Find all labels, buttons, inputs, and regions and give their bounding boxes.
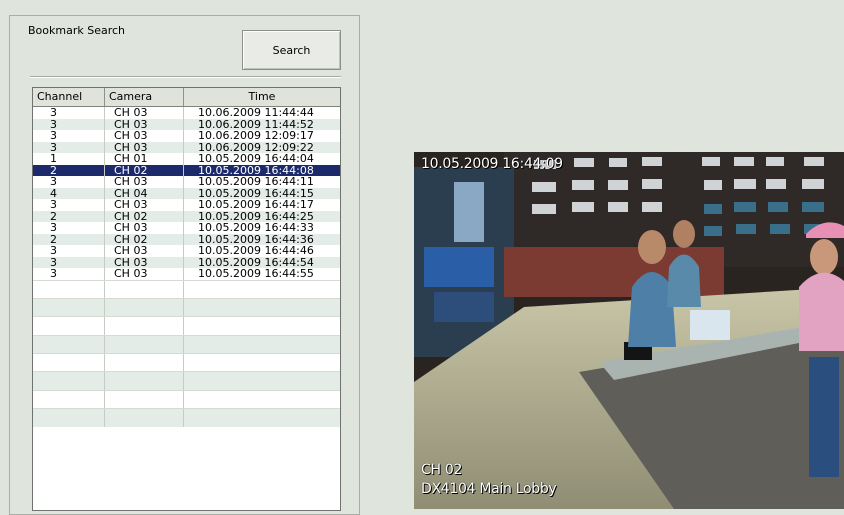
separator: [30, 76, 341, 78]
empty-table-row: [33, 279, 340, 298]
cell-channel: 1: [33, 153, 105, 165]
cell-time: 10.05.2009 16:44:04: [198, 153, 314, 165]
bookmark-search-title: Bookmark Search: [26, 24, 128, 38]
cell-channel: 3: [33, 130, 105, 142]
cell-camera: CH 04: [105, 187, 184, 199]
empty-table-row: [33, 316, 340, 335]
cell-time: 10.05.2009 16:44:33: [198, 222, 314, 234]
cell-time: 10.06.2009 11:44:44: [198, 107, 314, 119]
search-button[interactable]: Search: [242, 30, 341, 70]
table-row[interactable]: 3 CH 03 10.06.2009 11:44:44: [33, 107, 340, 119]
table-row[interactable]: 2 CH 02 10.05.2009 16:44:25: [33, 210, 340, 222]
empty-table-row: [33, 371, 340, 390]
cell-camera: CH 01: [105, 153, 184, 165]
cell-channel: 2: [33, 233, 105, 245]
empty-table-row: [33, 334, 340, 354]
table-row[interactable]: 1 CH 01 10.05.2009 16:44:04: [33, 153, 340, 165]
cell-camera: CH 02: [105, 210, 184, 222]
empty-table-row: [33, 297, 340, 317]
cell-camera: CH 03: [105, 268, 184, 280]
table-row[interactable]: 2 CH 02 10.05.2009 16:44:36: [33, 233, 340, 245]
cell-time: 10.05.2009 16:44:55: [198, 268, 314, 280]
bookmark-table[interactable]: Channel Camera Time 3 CH 03 10.06.2009 11:…: [32, 87, 341, 511]
table-row[interactable]: 3 CH 03 10.05.2009 16:44:17: [33, 199, 340, 211]
cell-camera: CH 02: [105, 164, 184, 176]
column-header-channel[interactable]: Channel: [33, 88, 105, 106]
cell-camera: CH 02: [105, 233, 184, 245]
video-channel-label: CH 02: [421, 462, 463, 478]
cell-channel: 4: [33, 187, 105, 199]
cell-time: 10.05.2009 16:44:17: [198, 199, 314, 211]
table-row[interactable]: 3 CH 03 10.05.2009 16:44:33: [33, 222, 340, 234]
cell-camera: CH 03: [105, 141, 184, 153]
cell-time: 10.05.2009 16:44:08: [198, 164, 314, 176]
cell-time: 10.06.2009 12:09:17: [198, 130, 314, 142]
cell-camera: CH 03: [105, 176, 184, 188]
store-scene-image: [414, 152, 844, 509]
table-row[interactable]: 4 CH 04 10.05.2009 16:44:15: [33, 187, 340, 199]
cell-time: 10.05.2009 16:44:11: [198, 176, 314, 188]
table-row[interactable]: 3 CH 03 10.06.2009 12:09:22: [33, 141, 340, 153]
table-row[interactable]: 3 CH 03 10.05.2009 16:44:54: [33, 256, 340, 268]
cell-channel: 2: [33, 164, 105, 176]
table-row[interactable]: 3 CH 03 10.06.2009 11:44:52: [33, 118, 340, 130]
table-row[interactable]: 3 CH 03 10.05.2009 16:44:11: [33, 176, 340, 188]
table-row[interactable]: 2 CH 02 10.05.2009 16:44:08: [33, 164, 340, 176]
cell-camera: CH 03: [105, 118, 184, 130]
table-header: Channel Camera Time: [33, 88, 340, 107]
cell-time: 10.05.2009 16:44:46: [198, 245, 314, 257]
table-body: 3 CH 03 10.06.2009 11:44:44 3 CH 03 10.06.200…: [33, 107, 340, 427]
cell-channel: 2: [33, 210, 105, 222]
cell-channel: 3: [33, 176, 105, 188]
video-timestamp: 10.05.2009 16:44:09: [421, 156, 563, 172]
table-row[interactable]: 3 CH 03 10.05.2009 16:44:46: [33, 245, 340, 257]
cell-channel: 3: [33, 118, 105, 130]
empty-table-row: [33, 408, 340, 427]
cell-camera: CH 03: [105, 107, 184, 119]
cell-channel: 3: [33, 141, 105, 153]
cell-time: 10.05.2009 16:44:15: [198, 187, 314, 199]
video-preview[interactable]: 10.05.2009 16:44:09 CH 02 DX4104 Main Lo…: [414, 152, 844, 509]
column-header-camera[interactable]: Camera: [105, 88, 184, 106]
table-row[interactable]: 3 CH 03 10.06.2009 12:09:17: [33, 130, 340, 142]
table-row[interactable]: 3 CH 03 10.05.2009 16:44:55: [33, 268, 340, 280]
cell-channel: 3: [33, 256, 105, 268]
cell-channel: 3: [33, 107, 105, 119]
video-camera-name: DX4104 Main Lobby: [421, 481, 557, 497]
empty-table-row: [33, 353, 340, 372]
cell-channel: 3: [33, 245, 105, 257]
cell-camera: CH 03: [105, 256, 184, 268]
cell-time: 10.05.2009 16:44:36: [198, 233, 314, 245]
cell-time: 10.05.2009 16:44:25: [198, 210, 314, 222]
cell-camera: CH 03: [105, 222, 184, 234]
cell-time: 10.05.2009 16:44:54: [198, 256, 314, 268]
cell-camera: CH 03: [105, 245, 184, 257]
empty-table-row: [33, 389, 340, 409]
cell-channel: 3: [33, 268, 105, 280]
column-header-time[interactable]: Time: [184, 88, 340, 106]
cell-channel: 3: [33, 199, 105, 211]
cell-time: 10.06.2009 12:09:22: [198, 141, 314, 153]
cell-camera: CH 03: [105, 130, 184, 142]
cell-channel: 3: [33, 222, 105, 234]
cell-time: 10.06.2009 11:44:52: [198, 118, 314, 130]
cell-camera: CH 03: [105, 199, 184, 211]
